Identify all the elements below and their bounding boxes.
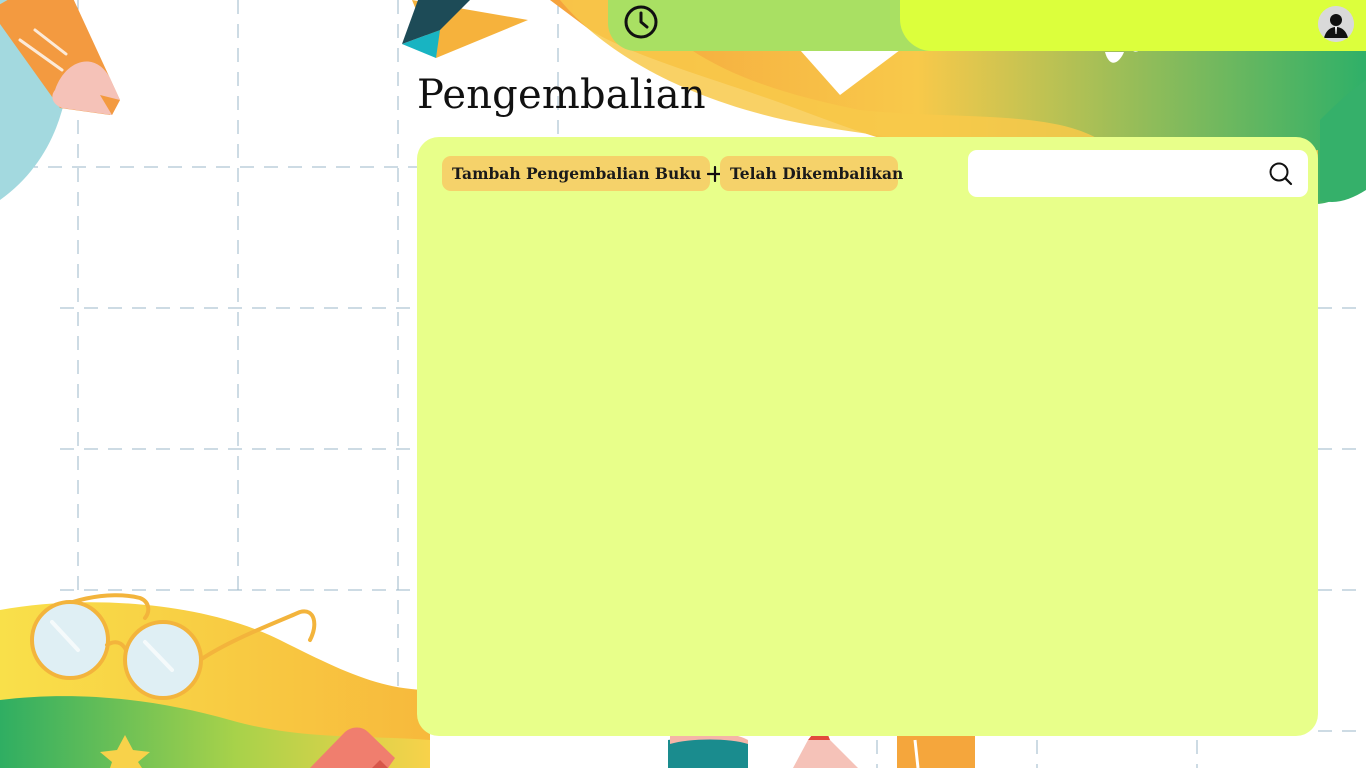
page-root: Pengembalian Tambah Pengembalian Buku Te… <box>0 0 1366 768</box>
main-panel: Tambah Pengembalian Buku Telah Dikembali… <box>417 137 1318 736</box>
search-input[interactable] <box>978 150 1262 199</box>
paper-plane-decoration <box>402 0 528 58</box>
user-avatar-icon[interactable] <box>1318 6 1354 42</box>
history-clock-icon[interactable] <box>623 4 659 40</box>
page-title: Pengembalian <box>417 72 706 118</box>
search-box <box>968 150 1308 199</box>
add-book-return-button[interactable]: Tambah Pengembalian Buku <box>442 156 724 191</box>
add-book-return-label: Tambah Pengembalian Buku <box>452 164 702 183</box>
returned-books-button[interactable]: Telah Dikembalikan <box>720 156 903 191</box>
returned-books-label: Telah Dikembalikan <box>730 164 904 183</box>
topbar-right <box>900 0 1366 51</box>
search-icon[interactable] <box>1268 161 1294 187</box>
